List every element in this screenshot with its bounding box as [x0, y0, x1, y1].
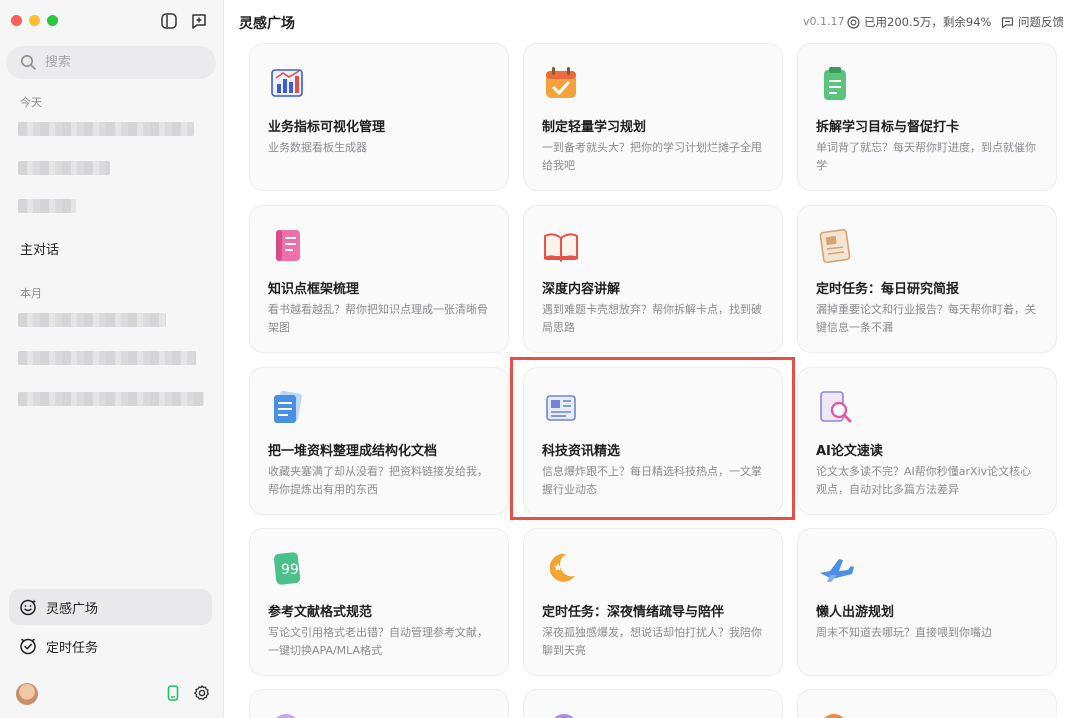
- search-box[interactable]: [6, 46, 216, 79]
- inspiration-card-partial[interactable]: [523, 689, 783, 718]
- history-item-blurred[interactable]: [18, 161, 110, 175]
- card-icon-partial: [550, 714, 578, 718]
- inspiration-card[interactable]: 懒人出游规划 周末不知道去哪玩？直接喂到你嘴边: [797, 528, 1057, 676]
- card-title: 科技资讯精选: [542, 444, 621, 459]
- card-title: AI论文速读: [816, 444, 883, 459]
- card-description: 一到备考就头大？把你的学习计划烂摊子全甩给我吧: [542, 141, 762, 172]
- card-description: 论文太多读不完？AI帮你秒懂arXiv论文核心观点，自动对比多篇方法差异: [816, 465, 1032, 496]
- documents-icon: [274, 390, 302, 423]
- notebook-icon: [276, 230, 300, 261]
- minimize-window-button[interactable]: [29, 15, 40, 26]
- maximize-window-button[interactable]: [47, 15, 58, 26]
- user-avatar[interactable]: [16, 683, 38, 705]
- version-label: v0.1.17: [803, 15, 845, 28]
- inspiration-card-partial[interactable]: [797, 689, 1057, 718]
- inspiration-card[interactable]: AI论文速读 论文太多读不完？AI帮你秒懂arXiv论文核心观点，自动对比多篇方…: [797, 367, 1057, 515]
- card-description: 深夜孤独感爆发，想说话却怕打扰人？我陪你聊到天亮: [542, 626, 762, 657]
- inspiration-card[interactable]: 定时任务：每日研究简报 漏掉重要论文和行业报告？每天帮你盯着，关键信息一条不漏: [797, 205, 1057, 353]
- inspiration-card[interactable]: 拆解学习目标与督促打卡 单词背了就忘？每天帮你盯进度，到点就催你学: [797, 43, 1057, 191]
- main-chat-item[interactable]: 主对话: [20, 239, 59, 258]
- new-chat-icon[interactable]: [190, 12, 208, 30]
- card-description: 业务数据看板生成器: [268, 141, 367, 154]
- clipboard-icon: [824, 67, 846, 100]
- inspiration-card[interactable]: 99 参考文献格式规范 写论文引用格式老出错？自动管理参考文献，一键切换APA/…: [249, 528, 509, 676]
- history-item-blurred[interactable]: [18, 392, 204, 406]
- newspaper-icon: [819, 228, 851, 264]
- card-title: 参考文献格式规范: [268, 605, 373, 620]
- inspiration-card[interactable]: 制定轻量学习规划 一到备考就头大？把你的学习计划烂摊子全甩给我吧: [523, 43, 783, 191]
- usage-text: 已用200.5万，剩余94%: [864, 15, 992, 29]
- feedback-button[interactable]: 问题反馈: [1001, 14, 1064, 30]
- card-icon-partial: [820, 714, 848, 718]
- section-label-month: 本月: [20, 287, 42, 300]
- quote-card-icon: 99: [273, 552, 301, 585]
- phone-icon[interactable]: [164, 684, 182, 702]
- tech-news-icon: [546, 395, 576, 421]
- sidebar-toggle-icon[interactable]: [160, 12, 178, 30]
- usage-icon: [847, 15, 860, 29]
- card-title: 懒人出游规划: [816, 605, 895, 620]
- close-window-button[interactable]: [11, 15, 22, 26]
- history-item-blurred[interactable]: [18, 313, 166, 327]
- inspiration-card[interactable]: 深度内容讲解 遇到难题卡壳想放弃？帮你拆解卡点，找到破局思路: [523, 205, 783, 353]
- history-item-blurred[interactable]: [18, 199, 76, 213]
- card-description: 看书越看越乱？帮你把知识点理成一张清晰骨架图: [268, 303, 488, 334]
- inspiration-card[interactable]: 业务指标可视化管理 业务数据看板生成器: [249, 43, 509, 191]
- card-description: 漏掉重要论文和行业报告？每天帮你盯着，关键信息一条不漏: [816, 303, 1036, 334]
- card-title: 定时任务：每日研究简报: [816, 282, 960, 297]
- inspiration-card[interactable]: 科技资讯精选 信息爆炸跟不上？每日精选科技热点，一文掌握行业动态: [523, 367, 783, 515]
- svg-text:99: 99: [281, 562, 299, 578]
- history-item-blurred[interactable]: [18, 122, 194, 136]
- feedback-label: 问题反馈: [1018, 15, 1064, 29]
- paper-magnifier-icon: [820, 391, 852, 423]
- feedback-icon: [1001, 16, 1014, 28]
- inspiration-card[interactable]: 把一堆资料整理成结构化文档 收藏夹塞满了却从没看？把资料链接发给我，帮你提炼出有…: [249, 367, 509, 515]
- card-title: 定时任务：深夜情绪疏导与陪伴: [542, 605, 725, 620]
- search-input[interactable]: [45, 55, 195, 70]
- card-description: 写论文引用格式老出错？自动管理参考文献，一键切换APA/MLA格式: [268, 626, 488, 657]
- card-title: 把一堆资料整理成结构化文档: [268, 444, 438, 459]
- smile-sparkle-icon: [20, 599, 36, 616]
- card-title: 深度内容讲解: [542, 282, 621, 297]
- open-book-icon: [544, 233, 578, 262]
- card-description: 单词背了就忘？每天帮你盯进度，到点就催你学: [816, 141, 1036, 172]
- card-title: 拆解学习目标与督促打卡: [816, 120, 960, 135]
- card-description: 遇到难题卡壳想放弃？帮你拆解卡点，找到破局思路: [542, 303, 762, 334]
- inspiration-card[interactable]: 知识点框架梳理 看书越看越乱？帮你把知识点理成一张清晰骨架图: [249, 205, 509, 353]
- inspiration-card-partial[interactable]: [249, 689, 509, 718]
- card-description: 周末不知道去哪玩？直接喂到你嘴边: [816, 626, 992, 639]
- nav-label: 灵感广场: [46, 601, 99, 617]
- gear-icon[interactable]: [193, 684, 211, 702]
- page-title: 灵感广场: [239, 16, 295, 32]
- airplane-icon: [820, 559, 854, 582]
- card-description: 收藏夹塞满了却从没看？把资料链接发给我，帮你提炼出有用的东西: [268, 465, 488, 496]
- history-item-blurred[interactable]: [18, 351, 196, 365]
- calendar-check-icon: [546, 67, 576, 98]
- card-description: 信息爆炸跟不上？每日精选科技热点，一文掌握行业动态: [542, 465, 762, 496]
- card-title: 知识点框架梳理: [268, 282, 360, 297]
- card-title: 业务指标可视化管理: [268, 120, 386, 135]
- card-title: 制定轻量学习规划: [542, 120, 647, 135]
- nav-scheduled-tasks[interactable]: 定时任务: [9, 628, 212, 664]
- moon-icon: [549, 553, 575, 582]
- section-label-today: 今天: [20, 96, 42, 109]
- bar-chart-icon: [271, 69, 303, 97]
- card-icon-partial: [272, 714, 300, 718]
- nav-inspiration-square[interactable]: 灵感广场: [9, 589, 212, 625]
- inspiration-card[interactable]: 定时任务：深夜情绪疏导与陪伴 深夜孤独感爆发，想说话却怕打扰人？我陪你聊到天亮: [523, 528, 783, 676]
- window-controls: [11, 15, 58, 26]
- usage-indicator[interactable]: 已用200.5万，剩余94%: [847, 14, 991, 30]
- sidebar: 今天 主对话 本月 灵感广场 定时任务: [0, 0, 224, 718]
- header: 灵感广场 v0.1.17 已用200.5万，剩余94% 问题反馈: [224, 0, 1080, 44]
- nav-label: 定时任务: [46, 640, 99, 656]
- search-icon: [21, 55, 36, 70]
- clock-check-icon: [20, 638, 36, 655]
